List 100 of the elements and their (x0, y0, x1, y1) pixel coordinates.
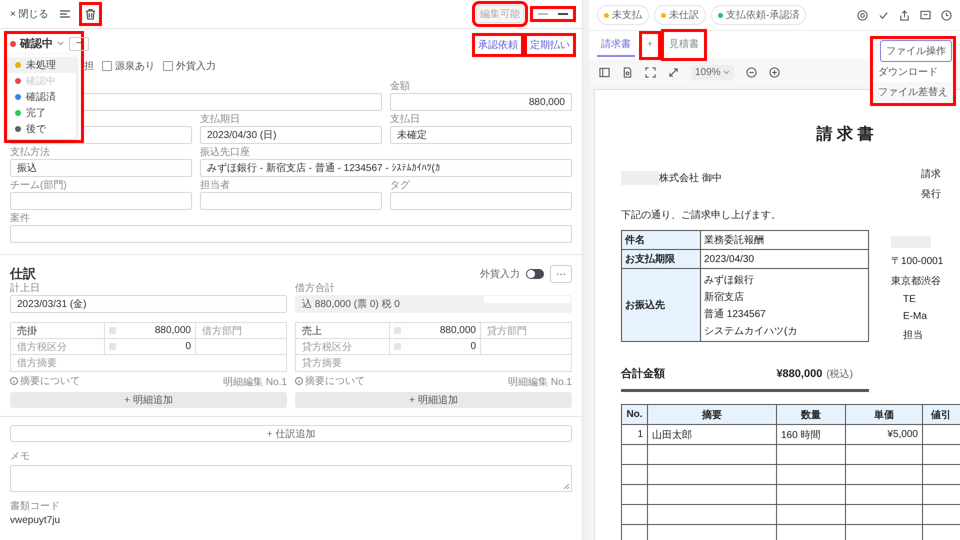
amount-cell[interactable]: 880,000 (154, 325, 191, 336)
tag-icon (109, 343, 116, 350)
add-line-button[interactable]: + 明細追加 (295, 392, 572, 408)
field-label: 支払期日 (200, 114, 240, 125)
info-link[interactable]: 摘要について (305, 374, 365, 388)
field-label: 金額 (390, 81, 410, 92)
comment-icon[interactable] (920, 10, 931, 20)
add-entry-button[interactable]: + 仕訳追加 (10, 425, 572, 442)
checkbox-label: 源泉あり (115, 60, 155, 73)
bold-dash-icon[interactable] (558, 12, 568, 16)
input-field[interactable] (390, 192, 572, 210)
table-cell-text: システムカイハツ(カ (704, 324, 798, 338)
input-field[interactable]: 2023/04/30 (日) (200, 126, 382, 144)
zoom-out-icon[interactable] (746, 66, 758, 78)
column-header: 摘要 (702, 410, 722, 420)
document-title: 請 求 書 (816, 126, 874, 143)
table-cell-text: みずほ銀行 (704, 274, 755, 288)
table-header-cell: 件名 (622, 230, 700, 250)
table-cell-text: 普通 1234567 (704, 308, 767, 322)
input-field[interactable] (200, 192, 382, 210)
toggle-switch[interactable] (526, 269, 544, 279)
input-field[interactable] (10, 192, 192, 210)
memo-field[interactable] (10, 465, 572, 492)
tag-icon (109, 327, 116, 334)
field-label: 案件 (10, 213, 30, 224)
status-tag: 未支払 (597, 5, 649, 25)
invoice-meta: 発行 (921, 188, 941, 201)
tag-icon (394, 343, 401, 350)
more-button[interactable]: ··· (550, 265, 572, 283)
input-field[interactable]: みずほ銀行 - 新宿支店 - 普通 - 1234567 - ｼｽﾃﾑｶｲﾊﾂ(ｶ (200, 159, 572, 177)
table-cell: 160 時間 (781, 430, 820, 440)
zoom-dropdown[interactable]: 109% (691, 64, 734, 80)
intro-text: 下記の通り、ご請求申し上げます。 (621, 210, 781, 221)
chevron-down-icon (723, 70, 730, 74)
field-label: メモ (10, 451, 30, 462)
document-tab[interactable]: 請求書 (597, 33, 635, 57)
collapse-button[interactable]: − (69, 36, 89, 50)
table-cell: 1 (637, 429, 643, 440)
status-option[interactable]: 確認済 (8, 89, 76, 105)
tax-amount-cell[interactable]: 0 (470, 341, 476, 352)
status-tag: 未仕訳 (654, 5, 706, 25)
dash-icon[interactable] (538, 12, 548, 16)
page-icon[interactable] (622, 66, 633, 78)
field-label: 支払方法 (10, 147, 50, 158)
tax-amount-cell[interactable]: 0 (185, 341, 191, 352)
account-cell[interactable]: 売掛 (11, 323, 105, 339)
checkbox[interactable] (102, 61, 112, 71)
sidebar-icon[interactable] (599, 66, 610, 78)
info-icon (295, 377, 303, 385)
recipient-name: 株式会社 御中 (659, 172, 722, 185)
line-number: No.1 (266, 377, 287, 388)
table-cell-text: 2023/04/30 (704, 254, 756, 264)
field-label: 計上日 (10, 283, 40, 294)
status-option[interactable]: 未処理 (8, 57, 76, 73)
status-option[interactable]: 完了 (8, 105, 76, 121)
checkbox-label: 担 (84, 60, 94, 73)
zoom-in-icon[interactable] (769, 66, 780, 78)
check-icon[interactable] (878, 10, 889, 20)
invoice-meta: 請求 (921, 168, 941, 181)
issuer-info: 〒100-0001 (891, 255, 944, 268)
input-field[interactable]: 未確定 (390, 126, 572, 144)
table-cell: 山田太郎 (652, 430, 692, 440)
edit-link[interactable]: 明細編集 (223, 377, 264, 388)
date-field[interactable]: 2023/03/31 (金) (10, 295, 287, 313)
issuer-info: 東京都渋谷 (891, 274, 942, 288)
status-dropdown[interactable]: 確認中 (10, 36, 64, 51)
toggle-label: 外貨入力 (480, 268, 520, 281)
issuer-info: TE (902, 294, 917, 305)
account-cell[interactable]: 売上 (296, 323, 390, 339)
add-line-button[interactable]: + 明細追加 (10, 392, 287, 408)
tag-icon (394, 327, 401, 334)
total-label: 合計金額 (621, 366, 665, 381)
input-field[interactable]: 振込 (10, 159, 192, 177)
amount-cell[interactable]: 880,000 (440, 325, 476, 336)
table-cell-text: 新宿支店 (704, 290, 745, 304)
status-tag: 支払依頼-承認済 (711, 5, 806, 25)
expand-icon[interactable] (668, 66, 679, 78)
issuer-info: E-Ma (902, 311, 928, 322)
total-amount: ¥880,000 (776, 368, 822, 380)
menu-icon[interactable] (58, 8, 71, 20)
field-label: 振込先口座 (200, 147, 250, 158)
status-option[interactable]: 後で (8, 121, 76, 137)
tax-note: (税込) (826, 368, 853, 381)
fit-icon[interactable] (645, 66, 656, 78)
input-field[interactable] (10, 225, 572, 243)
chevron-down-icon (57, 41, 64, 46)
table-cell-text: 業務委託報酬 (704, 234, 765, 247)
clock-icon[interactable] (941, 10, 952, 20)
checkbox[interactable] (163, 61, 173, 71)
document-code: vwepuyt7ju (10, 515, 60, 526)
info-link[interactable]: 摘要について (20, 374, 80, 388)
line-number: No.1 (550, 377, 572, 388)
table-cell: ¥5,000 (887, 429, 918, 440)
file-actions-button[interactable]: ファイル操作 (880, 40, 952, 62)
close-button[interactable]: × 閉じる (10, 7, 49, 21)
resize-grip-icon[interactable] (563, 483, 569, 489)
menu-item[interactable]: ファイル差替え (874, 82, 952, 102)
share-icon[interactable] (899, 10, 910, 20)
input-field[interactable]: 880,000 (390, 93, 572, 111)
edit-link[interactable]: 明細編集 (508, 377, 548, 388)
